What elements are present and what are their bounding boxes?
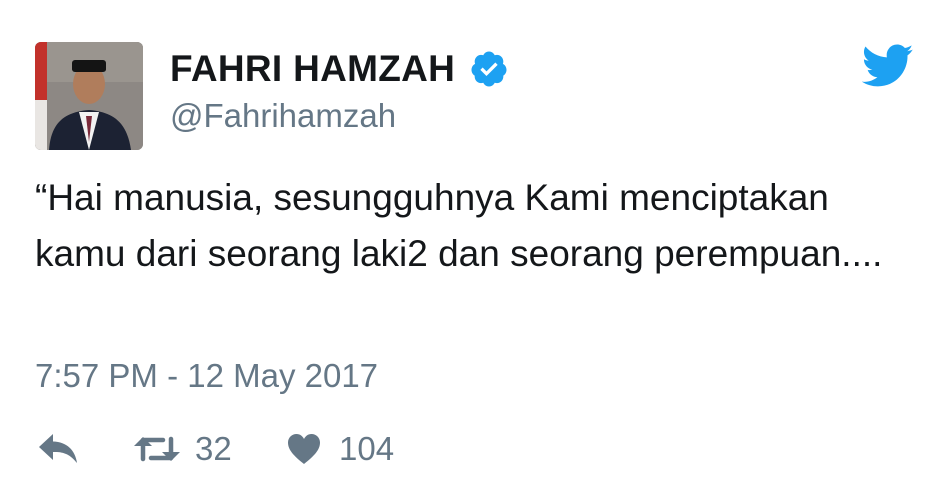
tweet-text: “Hai manusia, sesungguhnya Kami mencipta…: [35, 177, 883, 274]
user-handle[interactable]: @Fahrihamzah: [170, 96, 396, 136]
like-count: 104: [339, 430, 395, 467]
author-row: FAHRI HAMZAH: [170, 46, 509, 92]
reply-icon: [39, 434, 77, 463]
heart-icon: [288, 434, 320, 464]
twitter-bird-icon[interactable]: [862, 44, 914, 88]
retweet-count: 32: [195, 430, 232, 467]
like-button[interactable]: 104: [287, 426, 394, 472]
avatar-image: [35, 42, 143, 150]
verified-badge-icon: [469, 49, 509, 89]
display-name[interactable]: FAHRI HAMZAH: [170, 46, 455, 92]
retweet-button[interactable]: 32: [133, 426, 232, 472]
reply-button[interactable]: [37, 426, 79, 472]
avatar[interactable]: [35, 42, 143, 150]
retweet-icon: [134, 436, 180, 462]
tweet-timestamp[interactable]: 7:57 PM - 12 May 2017: [35, 356, 378, 396]
